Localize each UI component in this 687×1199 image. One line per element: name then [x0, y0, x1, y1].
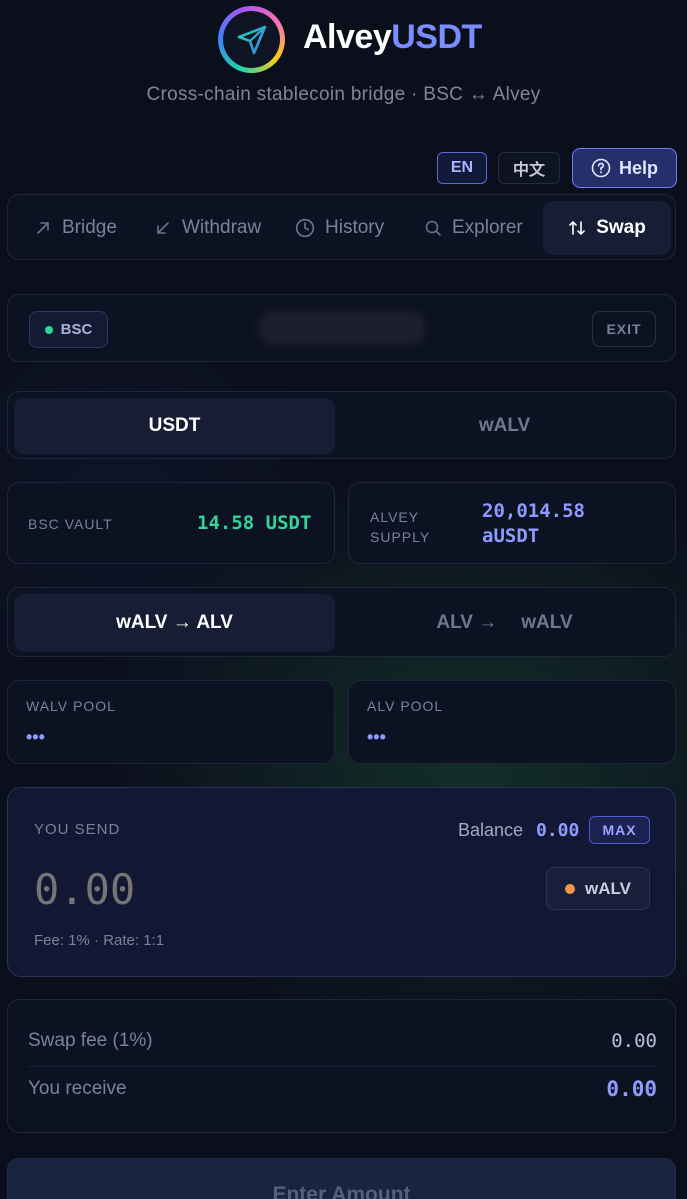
tab-history-label: History: [325, 217, 385, 238]
asset-selector: USDT wALV: [7, 391, 676, 459]
bsc-vault-value: 14.58 USDT: [197, 512, 312, 534]
direction-tab-alv-to-label: ALV →: [436, 612, 498, 633]
search-icon: [425, 220, 441, 236]
enter-amount-button[interactable]: Enter Amount: [7, 1158, 676, 1199]
alv-pool-label: ALV POOL: [367, 698, 444, 714]
tab-swap-label: Swap: [596, 217, 646, 238]
alvey-supply-card: ALVEY SUPPLY 20,014.58 aUSDT: [348, 482, 676, 564]
main-nav: Bridge Withdraw History Explorer Swap: [7, 194, 676, 260]
tab-explorer[interactable]: Explorer: [424, 195, 523, 261]
direction-tab-walv-to-alv[interactable]: wALV → ALV: [14, 594, 335, 652]
balance-label: Balance: [458, 820, 524, 840]
tab-bridge-label: Bridge: [62, 217, 117, 238]
alvey-supply-unit: aUSDT: [482, 525, 540, 547]
token-dot-icon: [565, 883, 576, 894]
tab-withdraw[interactable]: Withdraw: [154, 195, 261, 261]
tab-withdraw-label: Withdraw: [182, 217, 262, 238]
balance-value: 0.00: [536, 820, 580, 841]
account-bar: BSC EXIT: [7, 294, 676, 362]
alvey-supply-label-line1: ALVEY: [370, 509, 420, 525]
brand-title-main: Alvey: [303, 18, 392, 56]
alvey-supply-value: 20,014.58 aUSDT: [482, 499, 585, 549]
wallet-address-redacted: [261, 315, 423, 341]
amount-input[interactable]: [34, 862, 334, 916]
swap-fee-value: 0.00: [611, 1030, 657, 1052]
direction-selector: wALV → ALV ALV → wALV: [7, 587, 676, 657]
walv-pool-card: WALV POOL •••: [7, 680, 335, 764]
fee-note: Fee: 1% · Rate: 1:1: [34, 932, 165, 949]
lang-zh-button[interactable]: 中文: [498, 152, 560, 184]
receive-label: You receive: [28, 1078, 127, 1099]
app-header: AlveyUSDT Cross-chain stablecoin bridge …: [0, 0, 687, 120]
walv-pool-value: •••: [26, 727, 45, 747]
chain-label: BSC: [60, 321, 93, 338]
lang-en-button[interactable]: EN: [437, 152, 487, 184]
connected-dot-icon: [44, 325, 53, 334]
swap-fee-label: Swap fee (1%): [28, 1030, 153, 1051]
alv-pool-value: •••: [367, 727, 386, 747]
swap-fee-row: Swap fee (1%) 0.00: [28, 1030, 657, 1052]
direction-tab-alv-to-walv[interactable]: ALV → wALV: [344, 594, 665, 652]
token-label: wALV: [585, 878, 631, 898]
exit-button[interactable]: EXIT: [592, 311, 656, 347]
send-panel: YOU SEND Balance 0.00 MAX wALV Fee: 1% ·…: [7, 787, 676, 977]
swap-icon: [569, 221, 585, 235]
help-button-label: Help: [618, 157, 658, 178]
token-selector[interactable]: wALV: [546, 867, 650, 910]
tab-explorer-label: Explorer: [452, 217, 523, 238]
bsc-vault-label: BSC VAULT: [28, 516, 113, 532]
alvey-supply-label-line2: SUPPLY: [370, 529, 431, 545]
max-button[interactable]: MAX: [589, 816, 650, 844]
asset-tab-usdt[interactable]: USDT: [14, 398, 335, 454]
chain-badge[interactable]: BSC: [29, 311, 108, 348]
tab-history[interactable]: History: [295, 195, 384, 261]
clock-icon: [295, 218, 315, 238]
help-circle-icon: [591, 158, 611, 178]
receive-value: 0.00: [606, 1077, 657, 1101]
brand-title: AlveyUSDT: [303, 18, 482, 57]
bsc-vault-card: BSC VAULT 14.58 USDT: [7, 482, 335, 564]
asset-tab-walv[interactable]: wALV: [344, 398, 665, 454]
alv-pool-card: ALV POOL •••: [348, 680, 676, 764]
direction-tab-target-label: wALV: [521, 612, 573, 633]
logo: [218, 6, 285, 73]
swap-summary: Swap fee (1%) 0.00 You receive 0.00: [7, 999, 676, 1133]
summary-divider: [28, 1066, 657, 1067]
arrow-up-right-icon: [37, 222, 49, 234]
tab-swap[interactable]: Swap: [543, 201, 671, 255]
walv-pool-label: WALV POOL: [26, 698, 116, 714]
help-button[interactable]: Help: [572, 148, 677, 188]
tab-bridge[interactable]: Bridge: [34, 195, 117, 261]
receive-row: You receive 0.00: [28, 1077, 657, 1101]
alvey-supply-amount: 20,014.58: [482, 500, 585, 522]
alvey-supply-label: ALVEY SUPPLY: [370, 507, 430, 547]
brand-title-accent: USDT: [391, 18, 482, 56]
arrow-down-left-icon: [157, 222, 169, 234]
tagline: Cross-chain stablecoin bridge · BSC ↔ Al…: [146, 84, 541, 105]
send-arrow-icon: [237, 25, 266, 54]
you-send-label: YOU SEND: [34, 821, 121, 838]
